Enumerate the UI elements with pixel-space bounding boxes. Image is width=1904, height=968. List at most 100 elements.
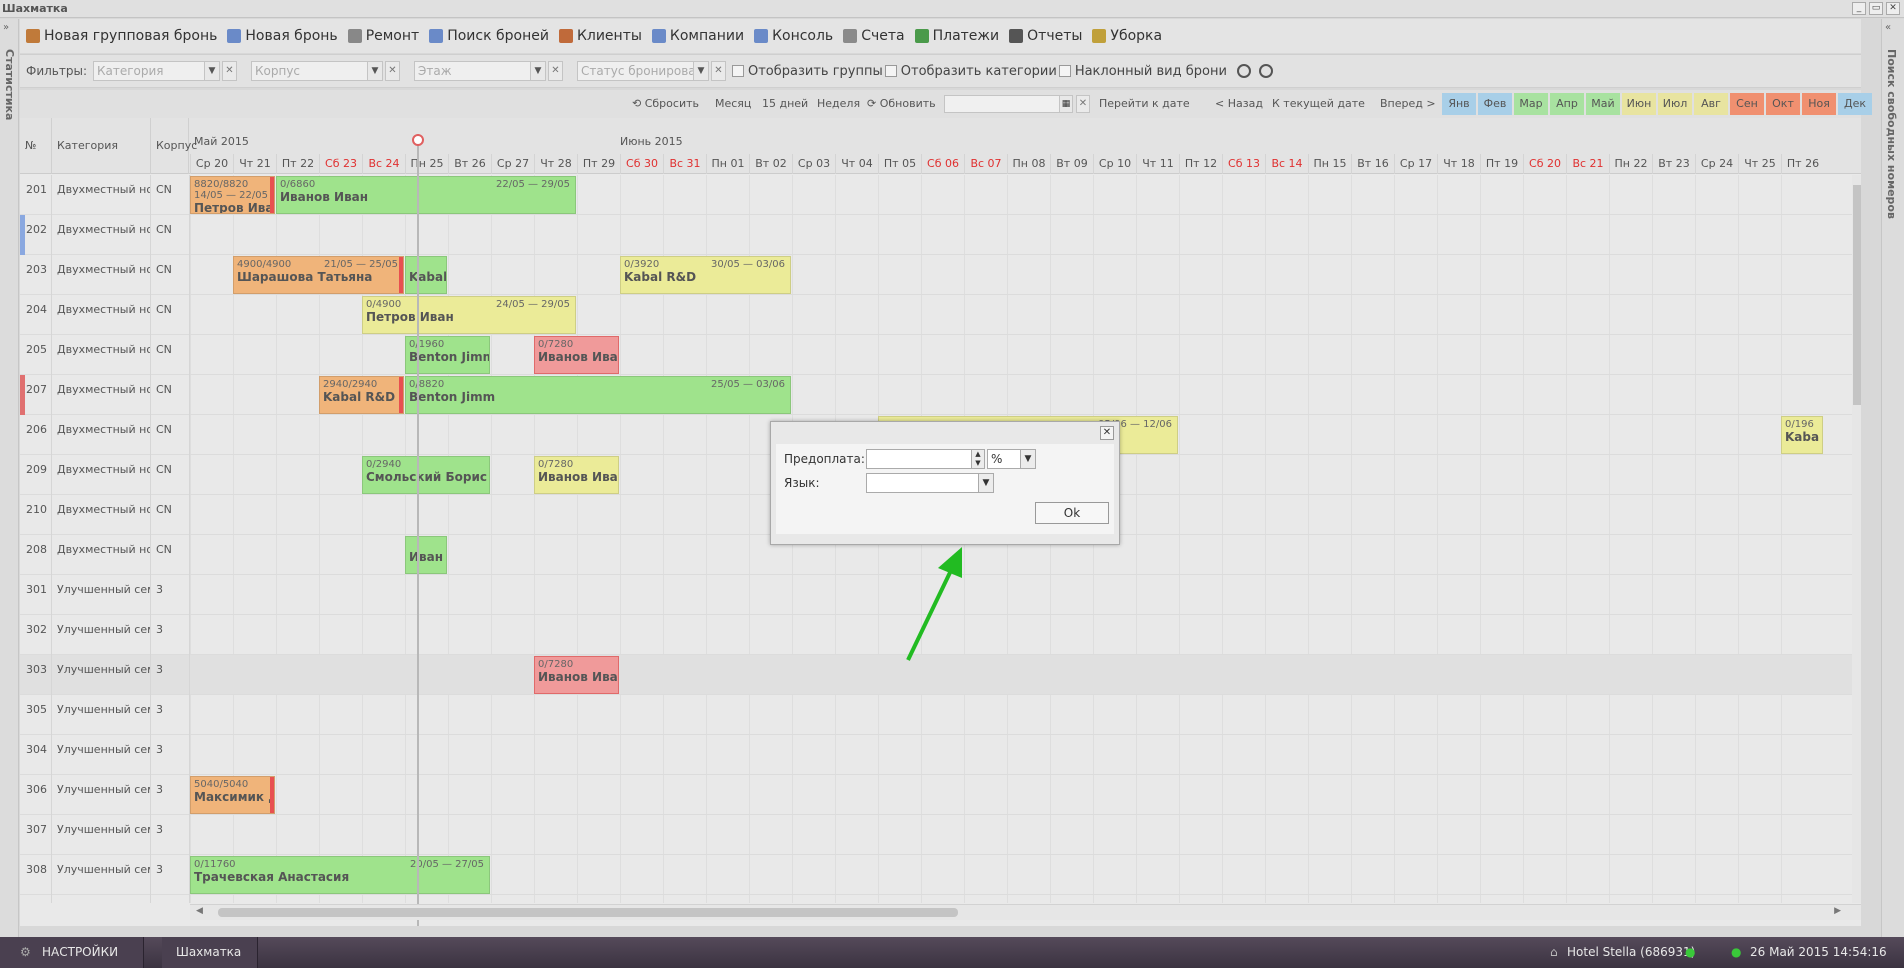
booking-bar[interactable]: 0/3920 30/05 — 03/06 Kabal R&D	[620, 256, 791, 294]
booking-bar[interactable]: 0/6860 22/05 — 29/05 Иванов Иван	[276, 176, 576, 214]
toolbar-button-10[interactable]: Уборка	[1092, 28, 1162, 44]
chevron-down-icon[interactable]: ▼	[368, 61, 383, 81]
taskbar-tab-chart[interactable]: Шахматка	[162, 937, 258, 968]
month-button-1[interactable]: Фев	[1478, 93, 1512, 115]
month-button-0[interactable]: Янв	[1442, 93, 1476, 115]
toolbar-button-3[interactable]: Поиск броней	[429, 28, 549, 44]
status-filter[interactable]: Статус бронирован ▼ ✕	[577, 61, 726, 81]
booking-bar[interactable]: 2940/2940 Kabal R&D	[319, 376, 404, 414]
booking-bar[interactable]: 0/8820 25/05 — 03/06 Benton Jimm	[405, 376, 791, 414]
floor-input[interactable]: Этаж	[414, 61, 531, 81]
chevron-down-icon[interactable]: ▼	[694, 61, 709, 81]
room-row[interactable]: 304Улучшенный семей...3	[20, 735, 1852, 775]
room-row[interactable]: 309Улучшенный семей...3	[20, 895, 1852, 903]
clear-icon[interactable]: ✕	[222, 61, 237, 81]
month-view-button[interactable]: Месяц	[715, 97, 751, 110]
room-row[interactable]: 204Двухместный номе...CN	[20, 295, 1852, 335]
booking-bar[interactable]: 0/7280 Иванов Иван	[534, 656, 619, 694]
toolbar-button-7[interactable]: Счета	[843, 28, 905, 44]
room-row[interactable]: 306Улучшенный семей...3	[20, 775, 1852, 815]
category-input[interactable]: Категория	[93, 61, 205, 81]
week-view-button[interactable]: Неделя	[817, 97, 860, 110]
to-current-date-button[interactable]: К текущей дате	[1272, 97, 1365, 110]
month-button-5[interactable]: Июн	[1622, 93, 1656, 115]
booking-bar[interactable]: 0/196 Kaba	[1781, 416, 1823, 454]
prepayment-input[interactable]	[866, 449, 972, 469]
restore-icon[interactable]: ▭	[1869, 2, 1883, 15]
booking-bar[interactable]: Kabal	[405, 256, 447, 294]
building-input[interactable]: Корпус	[251, 61, 368, 81]
booking-bar[interactable]: 5040/5040 Максимик Д	[190, 776, 275, 814]
booking-bar[interactable]: Иван	[405, 536, 447, 574]
month-button-4[interactable]: Май	[1586, 93, 1620, 115]
clear-icon[interactable]: ✕	[711, 61, 726, 81]
chevron-down-icon[interactable]: ▼	[531, 61, 546, 81]
toolbar-button-6[interactable]: Консоль	[754, 28, 833, 44]
room-row[interactable]: 202Двухместный номе...CN	[20, 215, 1852, 255]
close-icon[interactable]: ✕	[1886, 2, 1900, 15]
category-filter[interactable]: Категория ▼ ✕	[93, 61, 237, 81]
status-input[interactable]: Статус бронирован	[577, 61, 694, 81]
minimize-icon[interactable]: _	[1852, 2, 1866, 15]
back-button[interactable]: < Назад	[1215, 97, 1263, 110]
chevron-down-icon[interactable]: ▼	[205, 61, 220, 81]
language-select[interactable]	[866, 473, 979, 493]
vertical-scrollbar[interactable]	[1852, 175, 1861, 903]
room-row[interactable]: 207Двухместный номе...CN	[20, 375, 1852, 415]
room-row[interactable]: 205Двухместный номе...CN	[20, 335, 1852, 375]
15-days-view-button[interactable]: 15 дней	[762, 97, 808, 110]
toolbar-button-4[interactable]: Клиенты	[558, 28, 642, 44]
toolbar-button-0[interactable]: Новая групповая бронь	[26, 28, 217, 44]
horizontal-scrollbar[interactable]: ◀ ▶	[190, 904, 1861, 920]
room-row[interactable]: 307Улучшенный семей...3	[20, 815, 1852, 855]
tilted-view-checkbox[interactable]: Наклонный вид брони	[1058, 64, 1227, 79]
chevron-down-icon[interactable]: ▼	[979, 473, 994, 493]
booking-bar[interactable]: 4900/4900 21/05 — 25/05 Шарашова Татьяна	[233, 256, 404, 294]
expand-icon[interactable]: «	[1885, 22, 1891, 33]
toolbar-button-5[interactable]: Компании	[651, 28, 744, 44]
prepayment-spinner[interactable]: ▲ ▼	[972, 449, 985, 469]
floor-filter[interactable]: Этаж ▼ ✕	[414, 61, 563, 81]
date-input[interactable]	[944, 95, 1064, 113]
close-icon[interactable]: ✕	[1100, 426, 1114, 440]
month-button-7[interactable]: Авг	[1694, 93, 1728, 115]
refresh-button[interactable]: ⟳ Обновить	[867, 97, 936, 110]
zoom-in-icon[interactable]	[1236, 64, 1251, 78]
ok-button[interactable]: Ok	[1035, 502, 1109, 524]
show-categories-checkbox[interactable]: Отобразить категории	[884, 64, 1057, 79]
goto-date-button[interactable]: Перейти к дате	[1099, 97, 1190, 110]
room-row[interactable]: 305Улучшенный семей...3	[20, 695, 1852, 735]
toolbar-button-8[interactable]: Платежи	[914, 28, 999, 44]
forward-button[interactable]: Вперед >	[1380, 97, 1436, 110]
toolbar-button-9[interactable]: Отчеты	[1009, 28, 1082, 44]
month-button-8[interactable]: Сен	[1730, 93, 1764, 115]
unit-select[interactable]: %	[987, 449, 1021, 469]
clear-icon[interactable]: ✕	[385, 61, 400, 81]
statistics-panel-collapsed[interactable]: » Статистика	[0, 19, 19, 937]
chevron-down-icon[interactable]: ▼	[1021, 449, 1036, 469]
booking-bar[interactable]: 0/4900 24/05 — 29/05 Петров Иван	[362, 296, 576, 334]
month-button-2[interactable]: Мар	[1514, 93, 1548, 115]
booking-bar[interactable]: 0/7280 Иванов Иван	[534, 456, 619, 494]
scroll-left-icon[interactable]: ◀	[196, 906, 203, 916]
month-button-3[interactable]: Апр	[1550, 93, 1584, 115]
clear-icon[interactable]: ✕	[548, 61, 563, 81]
booking-bar[interactable]: 0/11760 20/05 — 27/05 Трачевская Анастасия	[190, 856, 490, 894]
month-button-6[interactable]: Июл	[1658, 93, 1692, 115]
expand-icon[interactable]: »	[3, 22, 9, 33]
reset-button[interactable]: ⟲ Сбросить	[632, 97, 699, 110]
calendar-icon[interactable]: ▦	[1059, 95, 1073, 113]
month-button-9[interactable]: Окт	[1766, 93, 1800, 115]
booking-bar[interactable]: 8820/8820 14/05 — 22/05 Петров Ива	[190, 176, 275, 214]
month-button-11[interactable]: Дек	[1838, 93, 1872, 115]
scroll-right-icon[interactable]: ▶	[1834, 906, 1841, 916]
booking-bar[interactable]: 0/2940 Смольский Борис	[362, 456, 490, 494]
free-rooms-panel-collapsed[interactable]: « Поиск свободных номеров	[1881, 19, 1904, 937]
building-filter[interactable]: Корпус ▼ ✕	[251, 61, 400, 81]
toolbar-button-2[interactable]: Ремонт	[347, 28, 419, 44]
booking-bar[interactable]: 0/7280 Иванов Иван	[534, 336, 619, 374]
clear-icon[interactable]: ✕	[1076, 95, 1090, 113]
zoom-out-icon[interactable]	[1258, 64, 1273, 78]
month-button-10[interactable]: Ноя	[1802, 93, 1836, 115]
toolbar-button-1[interactable]: Новая бронь	[227, 28, 338, 44]
